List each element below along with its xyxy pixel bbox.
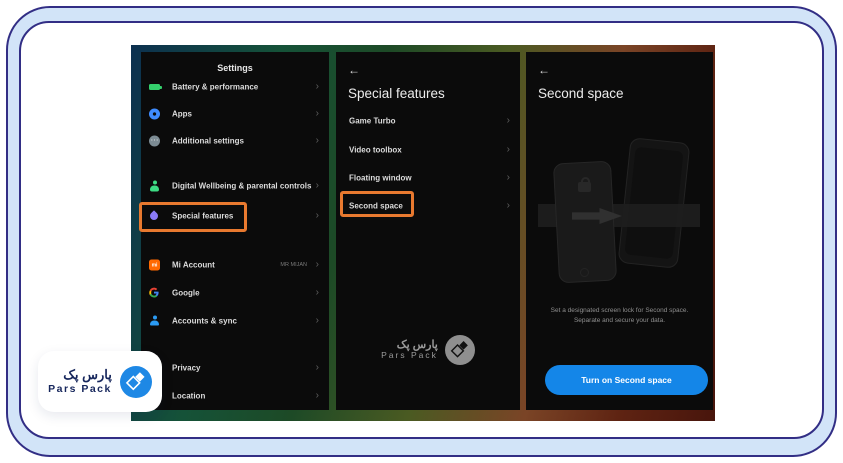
chevron-right-icon: › — [315, 259, 319, 270]
back-arrow-icon[interactable]: ← — [538, 64, 550, 76]
row-label: Digital Wellbeing & parental controls — [172, 181, 312, 191]
brand-text: پارس پک Pars Pack — [48, 366, 112, 396]
page-title: Settings — [217, 63, 253, 73]
watermark: پارس پک Pars Pack — [336, 335, 520, 365]
additional-settings-icon — [149, 135, 160, 147]
lock-icon — [578, 177, 591, 192]
settings-row-location[interactable]: Location › — [141, 386, 329, 406]
feature-row-floating-window[interactable]: Floating window › — [336, 169, 520, 187]
apps-icon — [149, 108, 160, 120]
digital-wellbeing-icon — [149, 180, 160, 192]
chevron-right-icon: › — [315, 390, 319, 401]
chevron-right-icon: › — [315, 180, 319, 191]
chevron-right-icon: › — [315, 108, 319, 119]
tutorial-image: Settings Battery & performance › Apps › … — [0, 0, 843, 463]
highlight-box-second-space — [340, 191, 414, 217]
row-label: Floating window — [349, 173, 412, 183]
mi-account-value: MR MIJAN — [280, 262, 307, 268]
row-label: Mi Account — [172, 260, 215, 270]
row-label: Video toolbox — [349, 145, 402, 155]
chevron-right-icon: › — [506, 115, 510, 126]
page-title: Second space — [538, 86, 624, 101]
back-arrow-icon[interactable]: ← — [348, 64, 360, 76]
row-label: Google — [172, 288, 200, 298]
row-label: Apps — [172, 109, 192, 119]
feature-row-video-toolbox[interactable]: Video toolbox › — [336, 141, 520, 159]
chevron-right-icon: › — [315, 135, 319, 146]
mi-logo-text: mi — [151, 262, 158, 268]
second-space-illustration — [538, 137, 700, 300]
watermark-text: پارس پک Pars Pack — [381, 339, 438, 361]
settings-row-google[interactable]: Google › — [141, 283, 329, 303]
mi-account-icon: mi — [149, 259, 160, 271]
special-features-screen: ← Special features Game Turbo › Video to… — [336, 52, 520, 410]
watermark-logo-en: Pars Pack — [381, 350, 438, 361]
chevron-right-icon: › — [315, 210, 319, 221]
home-button-shape — [580, 268, 589, 277]
second-space-description: Set a designated screen lock for Second … — [532, 306, 707, 326]
settings-row-additional-settings[interactable]: Additional settings › — [141, 131, 329, 151]
chevron-right-icon: › — [315, 81, 319, 92]
parspack-logo-icon — [444, 335, 475, 365]
second-space-screen: ← Second space Set a designated screen l… — [526, 52, 713, 410]
page-title: Special features — [348, 86, 445, 101]
chevron-right-icon: › — [315, 315, 319, 326]
brand-logo-fa: پارس پک — [63, 366, 112, 382]
brand-logo-en: Pars Pack — [48, 382, 112, 395]
battery-icon — [149, 84, 162, 90]
accounts-sync-icon — [149, 315, 160, 327]
parspack-logo-icon — [119, 365, 152, 398]
settings-screen: Settings Battery & performance › Apps › … — [139, 52, 329, 410]
row-label: Battery & performance — [172, 82, 259, 92]
parspack-brand-badge: پارس پک Pars Pack — [38, 351, 162, 412]
highlight-box-special-features — [139, 202, 247, 232]
turn-on-second-space-button[interactable]: Turn on Second space — [545, 365, 708, 395]
settings-row-accounts-sync[interactable]: Accounts & sync › — [141, 311, 329, 331]
settings-row-mi-account[interactable]: mi Mi Account MR MIJAN › — [141, 255, 329, 275]
settings-row-digital-wellbeing[interactable]: Digital Wellbeing & parental controls › — [141, 176, 329, 196]
row-label: Location — [172, 391, 206, 401]
feature-row-game-turbo[interactable]: Game Turbo › — [336, 112, 520, 130]
phone-screenshots-composite: Settings Battery & performance › Apps › … — [131, 45, 715, 421]
settings-row-privacy[interactable]: Privacy › — [141, 358, 329, 378]
description-line-2: Separate and secure your data. — [573, 317, 666, 325]
row-label: Game Turbo — [349, 116, 396, 126]
chevron-right-icon: › — [506, 172, 510, 183]
chevron-right-icon: › — [506, 144, 510, 155]
row-label: Additional settings — [172, 136, 244, 146]
chevron-right-icon: › — [315, 362, 319, 373]
row-label: Privacy — [172, 363, 201, 373]
description-line-1: Set a designated screen lock for Second … — [550, 307, 689, 314]
settings-row-battery-performance[interactable]: Battery & performance › — [141, 77, 329, 97]
row-label: Accounts & sync — [172, 316, 237, 326]
settings-row-apps[interactable]: Apps › — [141, 104, 329, 124]
chevron-right-icon: › — [315, 287, 319, 298]
phone-back-shape — [617, 137, 691, 269]
chevron-right-icon: › — [506, 200, 510, 211]
google-icon — [149, 287, 160, 299]
